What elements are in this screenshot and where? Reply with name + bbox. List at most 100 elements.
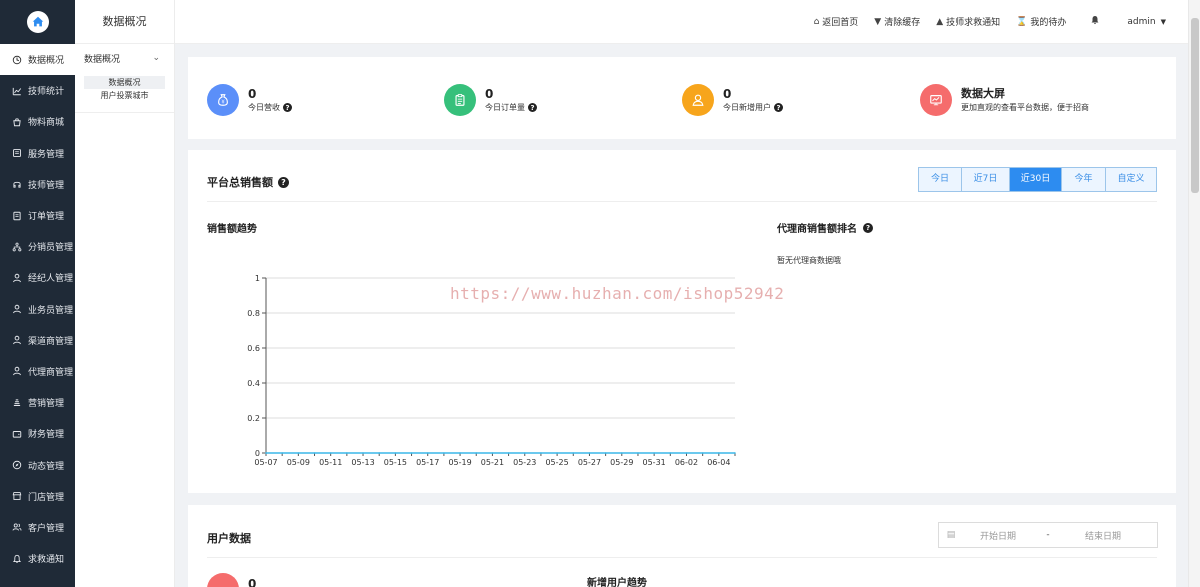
sidebar-item-8[interactable]: 业务员管理 [0,294,75,325]
submenu-group[interactable]: 数据概况 ⌄ [75,44,174,72]
data-point [669,452,672,454]
sidebar-item-11[interactable]: 营销管理 [0,387,75,418]
data-point [362,452,364,454]
service-icon [12,148,22,158]
home-link-label: 返回首页 [822,18,859,28]
logo[interactable] [0,0,75,44]
date-range-picker[interactable]: ▤ 开始日期 - 结束日期 [938,522,1158,548]
data-point [620,452,623,454]
sidebar-item-7[interactable]: 经纪人管理 [0,262,75,293]
sidebar-item-label: 业务员管理 [28,305,74,316]
sidebar-item-0[interactable]: 数据概况 [0,44,75,76]
sidebar-item-14[interactable]: 门店管理 [0,481,75,512]
sidebar-item-4[interactable]: 技师管理 [0,169,75,200]
notification-button[interactable] [1090,15,1103,28]
money-bag-icon: ¥ [207,84,239,116]
main-sidebar: 数据概况技师统计物料商城服务管理技师管理订单管理 分销员管理经纪人管理业务员管理渠… [0,0,75,587]
y-tick-label: 1 [255,274,260,283]
sidebar-item-label: 门店管理 [28,492,65,503]
scrollbar-thumb[interactable] [1191,18,1199,193]
big-screen-desc: 更加直观的查看平台数据，便于招商 [961,103,1089,112]
monitor-icon [920,84,952,116]
agent-ranking-empty: 暂无代理商数据哦 [777,256,841,265]
tab-custom[interactable]: 自定义 [1106,168,1156,191]
sidebar-item-label: 经纪人管理 [28,274,74,285]
help-icon[interactable]: ? [774,103,783,112]
user-icon [12,304,22,314]
tab-30-days[interactable]: 近30日 [1010,168,1062,191]
user-icon [12,335,22,345]
sales-title: 平台总销售额 ? [207,174,289,190]
stat-revenue-value: 0 [248,87,257,101]
marketing-icon [12,398,22,408]
data-point [701,452,704,454]
help-icon[interactable]: ? [863,222,873,233]
data-point [491,452,494,454]
user-stat-icon [207,573,239,587]
caret-down-icon: ▼ [1160,17,1166,26]
submenu-title: 数据概况 [75,0,174,44]
sidebar-item-3[interactable]: 服务管理 [0,138,75,169]
user-icon [12,366,22,376]
home-logo-icon [26,11,49,33]
y-tick-label: 0.4 [247,379,260,388]
sidebar-item-5[interactable]: 订单管理 [0,200,75,231]
divider [207,557,1157,558]
tab-7-days[interactable]: 近7日 [962,168,1010,191]
stat-new-users-value: 0 [723,87,732,101]
help-icon[interactable]: ? [278,176,289,188]
data-point [523,452,526,454]
data-point [588,452,591,454]
data-point [507,452,510,454]
watermark: https://www.huzhan.com/ishop52942 [450,284,785,303]
sidebar-item-1[interactable]: 技师统计 [0,75,75,106]
submenu-link-vote-city[interactable]: 用户投票城市 [84,89,165,102]
y-tick-label: 0.8 [247,309,260,318]
todo-link[interactable]: ⌛ 我的待办 [1016,15,1066,29]
data-point [394,452,397,454]
chart-icon [12,86,22,96]
rescue-notice-link[interactable]: ▲ 技师求救通知 [936,15,1000,29]
submenu-panel: 数据概况 数据概况 ⌄ 数据概况 用户投票城市 [75,0,175,587]
start-date-input[interactable]: 开始日期 [963,529,1033,542]
data-point [297,452,300,454]
y-tick-label: 0 [255,449,260,458]
page-scrollbar[interactable] [1188,0,1200,587]
sidebar-item-label: 技师管理 [28,180,65,191]
sidebar-item-2[interactable]: 物料商城 [0,106,75,137]
agent-ranking-title-text: 代理商销售额排名 [777,224,857,235]
sidebar-item-12[interactable]: 财务管理 [0,418,75,449]
sidebar-item-13[interactable]: 动态管理 [0,449,75,480]
sidebar-item-label: 物料商城 [28,118,65,129]
store-icon [12,491,22,501]
clock-icon [12,55,22,65]
big-screen-link[interactable]: 数据大屏 更加直观的查看平台数据，便于招商 [920,84,1089,116]
sidebar-item-9[interactable]: 渠道商管理 [0,325,75,356]
data-point [734,452,736,454]
sales-card: 平台总销售额 ? 今日 近7日 近30日 今年 自定义 销售额趋势 代理商销售额… [188,150,1176,493]
tab-today[interactable]: 今日 [919,168,962,191]
sidebar-item-16[interactable]: 求救通知 [0,543,75,574]
user-menu[interactable]: admin ▼ [1127,17,1166,27]
help-icon[interactable]: ? [283,103,292,112]
help-icon[interactable]: ? [528,103,537,112]
home-link[interactable]: ⌂ 返回首页 [814,15,859,29]
data-point [637,452,639,454]
sidebar-item-10[interactable]: 代理商管理 [0,356,75,387]
user-name: admin [1127,16,1156,27]
data-point [459,452,461,454]
stat-orders-value: 0 [485,87,494,101]
submenu-link-overview[interactable]: 数据概况 [84,76,165,89]
tab-this-year[interactable]: 今年 [1062,168,1106,191]
date-range-tabs: 今日 近7日 近30日 今年 自定义 [918,167,1157,192]
end-date-input[interactable]: 结束日期 [1063,529,1143,542]
sidebar-item-6[interactable]: 分销员管理 [0,231,75,262]
bag-icon [12,117,22,127]
clear-cache-link[interactable]: ▼ 清除缓存 [874,15,920,29]
x-tick-label: 05-29 [610,458,633,467]
data-point [653,452,655,454]
sidebar-item-label: 数据概况 [28,56,65,67]
sidebar-item-label: 代理商管理 [28,367,74,378]
network-icon [12,242,22,252]
sidebar-item-15[interactable]: 客户管理 [0,512,75,543]
